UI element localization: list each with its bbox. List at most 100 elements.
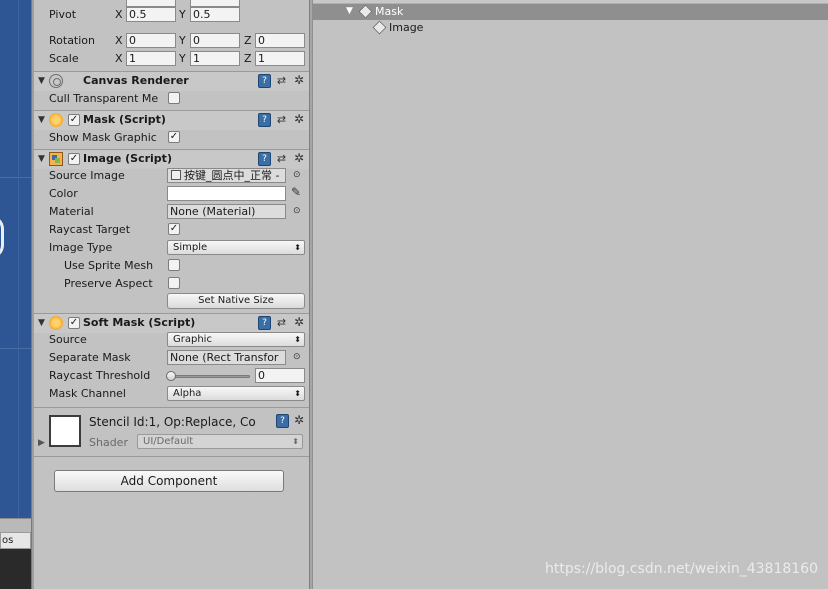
- preset-icon[interactable]: ⇄: [275, 113, 288, 127]
- scale-row: Scale X 1 Y 1 Z 1: [34, 50, 309, 68]
- soft-mask-title: Soft Mask (Script): [83, 316, 196, 329]
- mask-channel-row: Mask Channel Alpha ⬍: [34, 385, 309, 403]
- foldout-open-icon[interactable]: ▼: [38, 154, 45, 164]
- preserve-aspect-label: Preserve Aspect: [64, 277, 153, 290]
- separate-mask-label: Separate Mask: [49, 351, 131, 364]
- grid-line: [0, 348, 31, 349]
- preset-icon[interactable]: ⇄: [275, 74, 288, 88]
- canvas-renderer-title: Canvas Renderer: [83, 74, 189, 87]
- gameobject-icon: [372, 20, 387, 35]
- bottom-left-toolbar: [0, 518, 31, 532]
- cull-transparent-label: Cull Transparent Me: [49, 92, 159, 105]
- object-picker-icon[interactable]: ⊙: [293, 170, 301, 180]
- scale-y-field[interactable]: 1: [190, 51, 240, 66]
- dropdown-arrow-icon: ⬍: [292, 437, 299, 446]
- sprite-icon: [171, 170, 181, 180]
- set-native-size-button[interactable]: Set Native Size: [167, 293, 305, 309]
- add-component-button[interactable]: Add Component: [54, 470, 284, 492]
- image-type-label: Image Type: [49, 241, 113, 254]
- preserve-aspect-row: Preserve Aspect: [34, 275, 309, 293]
- scale-x-field[interactable]: 1: [126, 51, 176, 66]
- preset-icon[interactable]: ⇄: [275, 316, 288, 330]
- help-icon[interactable]: ?: [258, 113, 271, 127]
- canvas-renderer-icon: [49, 74, 63, 88]
- scene-view-strip[interactable]: [0, 0, 31, 518]
- gear-icon[interactable]: ✲: [292, 73, 306, 87]
- shader-label: Shader: [89, 436, 128, 449]
- material-title: Stencil Id:1, Op:Replace, Co: [89, 415, 256, 429]
- raycast-threshold-field[interactable]: 0: [255, 368, 305, 383]
- mask-header[interactable]: ▼ ✓ Mask (Script) ? ⇄ ✲: [34, 110, 309, 130]
- foldout-closed-icon[interactable]: ▶: [38, 438, 45, 448]
- axis-y-label: Y: [179, 8, 186, 21]
- foldout-open-icon[interactable]: ▼: [38, 115, 45, 125]
- rotation-y-field[interactable]: 0: [190, 33, 240, 48]
- shader-dropdown[interactable]: UI/Default ⬍: [137, 434, 303, 449]
- source-image-field[interactable]: 按键_圆点中_正常 -: [167, 168, 286, 183]
- scale-z-field[interactable]: 1: [255, 51, 305, 66]
- grid-line: [18, 0, 19, 518]
- mask-enabled-checkbox[interactable]: ✓: [68, 114, 80, 126]
- pivot-x-field[interactable]: 0.5: [126, 7, 176, 22]
- rotation-x-field[interactable]: 0: [126, 33, 176, 48]
- soft-mask-source-dropdown[interactable]: Graphic ⬍: [167, 332, 305, 347]
- separate-mask-field[interactable]: None (Rect Transfor: [167, 350, 286, 365]
- separate-mask-row: Separate Mask None (Rect Transfor ⊙: [34, 349, 309, 367]
- material-field[interactable]: None (Material): [167, 204, 286, 219]
- gear-icon[interactable]: ✲: [292, 413, 306, 427]
- soft-mask-source-label: Source: [49, 333, 87, 346]
- image-type-dropdown[interactable]: Simple ⬍: [167, 240, 305, 255]
- material-row: Material None (Material) ⊙: [34, 203, 309, 221]
- foldout-open-icon[interactable]: ▼: [346, 6, 353, 16]
- bottom-left-tab[interactable]: os: [0, 532, 31, 549]
- use-sprite-mesh-checkbox[interactable]: [168, 259, 180, 271]
- show-mask-graphic-label: Show Mask Graphic: [49, 131, 157, 144]
- show-mask-graphic-checkbox[interactable]: ✓: [168, 131, 180, 143]
- raycast-target-row: Raycast Target ✓: [34, 221, 309, 239]
- object-picker-icon[interactable]: ⊙: [293, 352, 301, 362]
- canvas-renderer-header[interactable]: ▼ Canvas Renderer ? ⇄ ✲: [34, 71, 309, 91]
- image-script-icon: [49, 152, 63, 166]
- soft-mask-enabled-checkbox[interactable]: ✓: [68, 317, 80, 329]
- foldout-open-icon[interactable]: ▼: [38, 76, 45, 86]
- image-header[interactable]: ▼ ✓ Image (Script) ? ⇄ ✲: [34, 149, 309, 169]
- preserve-aspect-checkbox[interactable]: [168, 277, 180, 289]
- raycast-threshold-slider-thumb[interactable]: [166, 371, 176, 381]
- pivot-label: Pivot: [49, 8, 77, 21]
- rotation-row: Rotation X 0 Y 0 Z 0: [34, 32, 309, 50]
- help-icon[interactable]: ?: [276, 414, 289, 428]
- help-icon[interactable]: ?: [258, 152, 271, 166]
- eyedropper-icon[interactable]: ✎: [291, 185, 301, 199]
- raycast-threshold-slider[interactable]: [171, 375, 250, 378]
- mask-channel-value: Alpha: [173, 388, 202, 399]
- image-type-row: Image Type Simple ⬍: [34, 239, 309, 257]
- help-icon[interactable]: ?: [258, 316, 271, 330]
- image-enabled-checkbox[interactable]: ✓: [68, 153, 80, 165]
- grid-line: [0, 177, 31, 178]
- soft-mask-header[interactable]: ▼ ✓ Soft Mask (Script) ? ⇄ ✲: [34, 313, 309, 333]
- source-image-label: Source Image: [49, 169, 125, 182]
- object-picker-icon[interactable]: ⊙: [293, 206, 301, 216]
- color-swatch[interactable]: [167, 186, 286, 201]
- help-icon[interactable]: ?: [258, 74, 271, 88]
- preset-icon[interactable]: ⇄: [275, 152, 288, 166]
- cull-transparent-checkbox[interactable]: [168, 92, 180, 104]
- soft-mask-source-value: Graphic: [173, 334, 212, 345]
- pivot-y-field[interactable]: 0.5: [190, 7, 240, 22]
- axis-z-label: Z: [244, 34, 252, 47]
- gear-icon[interactable]: ✲: [292, 151, 306, 165]
- gear-icon[interactable]: ✲: [292, 315, 306, 329]
- cull-transparent-row: Cull Transparent Me: [34, 90, 309, 108]
- material-preview[interactable]: [49, 415, 81, 447]
- hierarchy-item-mask[interactable]: ▼ Mask: [313, 4, 828, 20]
- color-label: Color: [49, 187, 78, 200]
- gear-icon[interactable]: ✲: [292, 112, 306, 126]
- gameobject-icon: [358, 4, 373, 19]
- raycast-target-checkbox[interactable]: ✓: [168, 223, 180, 235]
- mask-channel-label: Mask Channel: [49, 387, 126, 400]
- rotation-z-field[interactable]: 0: [255, 33, 305, 48]
- hierarchy-item-image[interactable]: Image: [313, 20, 828, 36]
- mask-channel-dropdown[interactable]: Alpha ⬍: [167, 386, 305, 401]
- foldout-open-icon[interactable]: ▼: [38, 318, 45, 328]
- use-sprite-mesh-label: Use Sprite Mesh: [64, 259, 154, 272]
